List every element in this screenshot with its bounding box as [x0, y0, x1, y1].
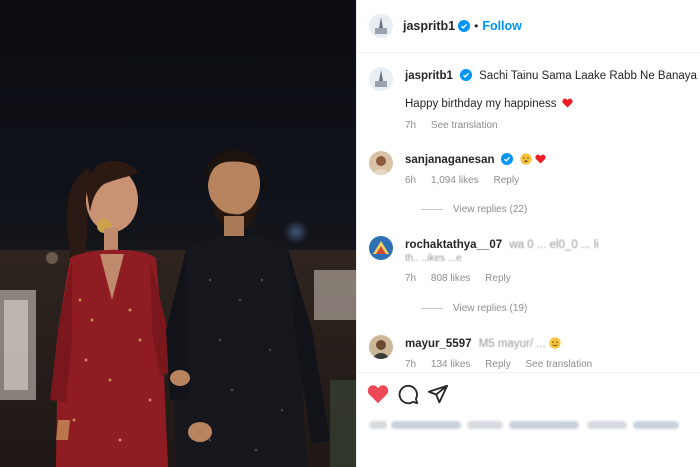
commenter-username[interactable]: mayur_5597: [405, 338, 472, 350]
caption-username[interactable]: jaspritb1: [405, 70, 453, 82]
caption-text-2: Happy birthday my happiness: [405, 98, 557, 110]
view-replies-button[interactable]: View replies (22): [421, 204, 527, 215]
caption-line2: Happy birthday my happiness: [405, 97, 573, 112]
verified-icon: [501, 153, 514, 165]
comment-meta: 7h 808 likes Reply: [405, 273, 523, 284]
view-replies-label: View replies (19): [453, 303, 528, 314]
follow-button[interactable]: Follow: [482, 19, 522, 33]
see-translation-link[interactable]: See translation: [526, 359, 593, 370]
reply-button[interactable]: Reply: [494, 175, 520, 186]
comment-likes[interactable]: 134 likes: [431, 359, 470, 370]
view-replies-label: View replies (22): [453, 204, 528, 215]
caption-text: Sachi Tainu Sama Laake Rabb Ne Banaya: [479, 70, 697, 82]
caption-time: 7h: [405, 120, 417, 131]
comments-list[interactable]: jaspritb1 Sachi Tainu Sama Laake Rabb Ne…: [357, 53, 700, 371]
share-icon[interactable]: [427, 383, 449, 405]
reply-button[interactable]: Reply: [485, 359, 511, 370]
commenter-avatar[interactable]: [369, 236, 393, 260]
commenter-username[interactable]: rochaktathya__07: [405, 239, 502, 251]
comment-time: 7h: [405, 359, 417, 370]
comment-text-2: th.. ..ikes ...e: [405, 253, 462, 264]
likes-summary[interactable]: [369, 414, 680, 436]
post-photo[interactable]: [0, 0, 356, 467]
author-avatar[interactable]: [369, 14, 393, 38]
comment-likes[interactable]: 808 likes: [431, 273, 470, 284]
face-emoji-icon: [520, 153, 532, 165]
red-heart-emoji-icon: [535, 154, 546, 164]
red-heart-emoji-icon: [562, 98, 573, 108]
comment-text: M5 mayur/ ...: [478, 338, 546, 350]
comment-meta: 7h 134 likes Reply See translation: [405, 359, 604, 370]
comment-text: wa 0 ... el0_0 ... li: [509, 239, 599, 251]
comment-likes[interactable]: 1,094 likes: [431, 175, 479, 186]
post-side-panel: jaspritb1 • Follow jaspritb1 Sachi Tainu…: [356, 0, 700, 467]
caption-meta: 7h See translation: [405, 120, 510, 131]
caption-line1: jaspritb1 Sachi Tainu Sama Laake Rabb Ne…: [405, 69, 697, 84]
verified-icon: [458, 20, 471, 32]
separator-dot: •: [474, 19, 479, 33]
post-header: jaspritb1 • Follow: [357, 0, 700, 53]
commenter-avatar[interactable]: [369, 151, 393, 175]
comment-time: 6h: [405, 175, 417, 186]
commenter-avatar[interactable]: [369, 335, 393, 359]
see-translation-link[interactable]: See translation: [431, 120, 498, 131]
reply-button[interactable]: Reply: [485, 273, 511, 284]
couple-photo: [0, 150, 356, 467]
author-username[interactable]: jaspritb1: [403, 19, 455, 33]
verified-icon: [459, 69, 472, 81]
view-replies-button[interactable]: View replies (19): [421, 303, 527, 314]
caption-avatar[interactable]: [369, 67, 393, 91]
face-emoji-icon: [549, 337, 561, 349]
comment-body: sanjanaganesan: [405, 153, 546, 168]
heart-icon[interactable]: [367, 383, 389, 405]
comment-icon[interactable]: [397, 383, 419, 405]
comment-time: 7h: [405, 273, 417, 284]
action-bar: [357, 372, 700, 412]
comment-meta: 6h 1,094 likes Reply: [405, 175, 531, 186]
woman-figure: [50, 160, 172, 467]
comment-body: mayur_5597 M5 mayur/ ...: [405, 337, 561, 352]
commenter-username[interactable]: sanjanaganesan: [405, 154, 494, 166]
